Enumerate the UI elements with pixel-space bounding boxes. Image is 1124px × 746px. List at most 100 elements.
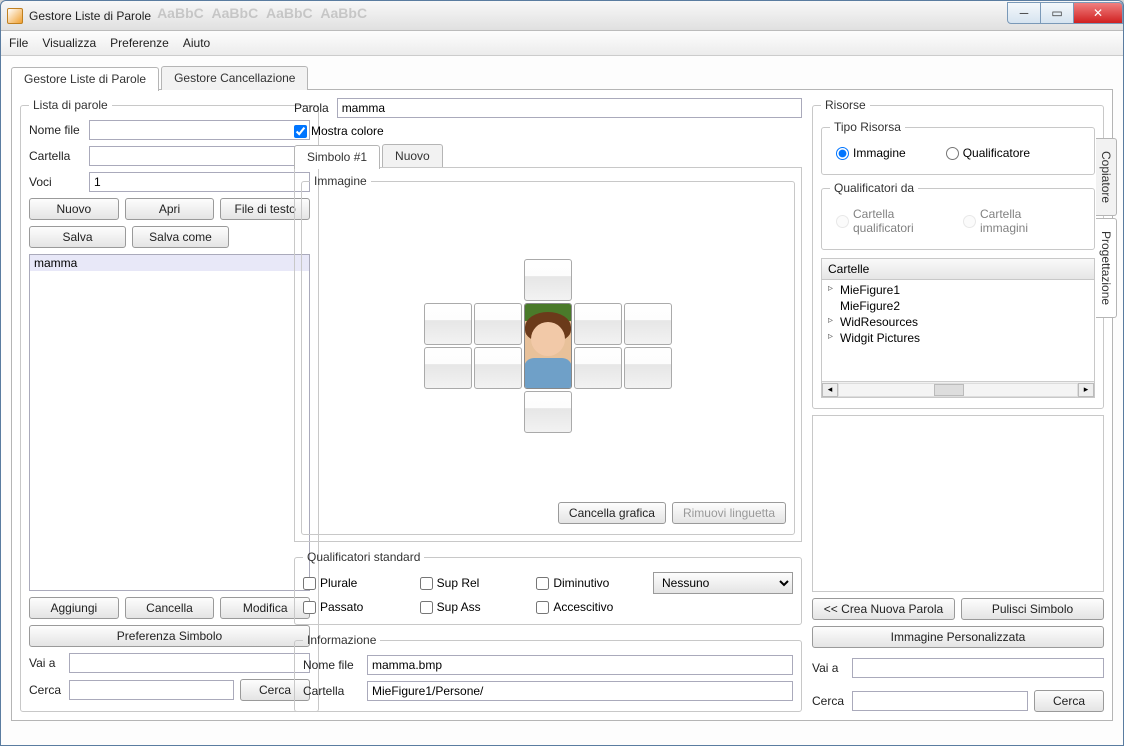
folder-tree[interactable]: MieFigure1 MieFigure2 WidResources Widgi…: [821, 280, 1095, 398]
save-button[interactable]: Salva: [29, 226, 126, 248]
tree-item[interactable]: Widgit Pictures: [826, 330, 1090, 346]
menu-prefs[interactable]: Preferenze: [110, 36, 169, 50]
word-listbox[interactable]: mamma: [29, 254, 310, 591]
symbol-center-image[interactable]: [524, 303, 572, 389]
slot-right-1[interactable]: [574, 303, 622, 345]
slot-right-4[interactable]: [624, 347, 672, 389]
suprel-checkbox[interactable]: [420, 577, 433, 590]
folder-input[interactable]: [89, 146, 310, 166]
showcolor-label: Mostra colore: [311, 124, 384, 138]
menubar: File Visualizza Preferenze Aiuto: [1, 31, 1123, 56]
right-goto-label: Vai a: [812, 661, 852, 675]
sidetab-copiatore[interactable]: Copiatore: [1096, 138, 1117, 216]
resource-type-legend: Tipo Risorsa: [830, 120, 905, 134]
saveas-button[interactable]: Salva come: [132, 226, 229, 248]
slot-left-3[interactable]: [424, 347, 472, 389]
right-search-button[interactable]: Cerca: [1034, 690, 1104, 712]
delete-button[interactable]: Cancella: [125, 597, 215, 619]
menu-help[interactable]: Aiuto: [183, 36, 210, 50]
slot-bottom[interactable]: [524, 391, 572, 433]
symbol-slot-grid: [424, 259, 672, 433]
close-button[interactable]: ✕: [1073, 2, 1123, 24]
tab-delete-manager[interactable]: Gestore Cancellazione: [161, 66, 308, 90]
image-fieldset: Immagine: [301, 174, 795, 535]
list-item[interactable]: mamma: [30, 255, 309, 271]
supass-checkbox[interactable]: [420, 601, 433, 614]
diminutivo-checkbox[interactable]: [536, 577, 549, 590]
diminutivo-label: Diminutivo: [553, 576, 609, 590]
slot-left-1[interactable]: [424, 303, 472, 345]
tree-item[interactable]: MieFigure2: [826, 298, 1090, 314]
create-word-button[interactable]: << Crea Nuova Parola: [812, 598, 955, 620]
passato-checkbox[interactable]: [303, 601, 316, 614]
info-folder-label: Cartella: [303, 684, 367, 698]
resource-qualifier-radio[interactable]: [946, 147, 959, 160]
tab-symbol-1[interactable]: Simbolo #1: [294, 145, 380, 169]
qualifier-dropdown[interactable]: Nessuno: [653, 572, 793, 594]
qualfolder-radio: [836, 215, 849, 228]
passato-label: Passato: [320, 600, 363, 614]
filename-label: Nome file: [29, 123, 89, 137]
custom-image-button[interactable]: Immagine Personalizzata: [812, 626, 1104, 648]
minimize-button[interactable]: ─: [1007, 2, 1041, 24]
scroll-left-icon[interactable]: ◂: [822, 383, 838, 397]
add-button[interactable]: Aggiungi: [29, 597, 119, 619]
right-column: Risorse Tipo Risorsa Immagine Qualificat…: [812, 98, 1104, 712]
slot-right-3[interactable]: [574, 347, 622, 389]
search-label: Cerca: [29, 683, 69, 697]
resource-image-radio[interactable]: [836, 147, 849, 160]
clean-symbol-button[interactable]: Pulisci Simbolo: [961, 598, 1104, 620]
resource-image-label: Immagine: [853, 146, 906, 160]
slot-left-2[interactable]: [474, 303, 522, 345]
tree-item[interactable]: WidResources: [826, 314, 1090, 330]
remove-tab-button[interactable]: Rimuovi linguetta: [672, 502, 786, 524]
filename-input[interactable]: [89, 120, 310, 140]
showcolor-checkbox[interactable]: [294, 125, 307, 138]
client-area: Gestore Liste di Parole Gestore Cancella…: [1, 56, 1123, 745]
left-column: Lista di parole Nome file Cartella Voci: [20, 98, 284, 712]
qualifiers-from-fieldset: Qualificatori da Cartella qualificatori …: [821, 181, 1095, 250]
titlebar-background-blur: AaBbC AaBbC AaBbC AaBbC: [157, 5, 1002, 27]
delete-graphic-button[interactable]: Cancella grafica: [558, 502, 666, 524]
tab-wordlist-manager[interactable]: Gestore Liste di Parole: [11, 67, 159, 91]
menu-view[interactable]: Visualizza: [42, 36, 96, 50]
accescitivo-checkbox[interactable]: [536, 601, 549, 614]
menu-file[interactable]: File: [9, 36, 28, 50]
slot-right-2[interactable]: [624, 303, 672, 345]
word-input[interactable]: [337, 98, 802, 118]
new-button[interactable]: Nuovo: [29, 198, 119, 220]
voci-input[interactable]: [89, 172, 310, 192]
window-title: Gestore Liste di Parole: [29, 9, 151, 23]
voci-label: Voci: [29, 175, 89, 189]
plurale-checkbox[interactable]: [303, 577, 316, 590]
goto-input[interactable]: [69, 653, 310, 673]
info-filename-input[interactable]: [367, 655, 793, 675]
image-legend: Immagine: [310, 174, 371, 188]
sidetab-progettazione[interactable]: Progettazione: [1096, 218, 1117, 318]
right-search-input[interactable]: [852, 691, 1028, 711]
qualifiers-from-legend: Qualificatori da: [830, 181, 918, 195]
imgfolder-label: Cartella immagini: [980, 207, 1050, 235]
open-button[interactable]: Apri: [125, 198, 215, 220]
main-tabs: Gestore Liste di Parole Gestore Cancella…: [11, 66, 1113, 90]
slot-top[interactable]: [524, 259, 572, 301]
supass-label: Sup Ass: [437, 600, 481, 614]
maximize-button[interactable]: ▭: [1040, 2, 1074, 24]
preview-box: [812, 415, 1104, 592]
middle-column: Parola Mostra colore Simbolo #1 Nuovo Im…: [294, 98, 802, 712]
right-goto-input[interactable]: [852, 658, 1104, 678]
resources-fieldset: Risorse Tipo Risorsa Immagine Qualificat…: [812, 98, 1104, 409]
resource-qualifier-label: Qualificatore: [963, 146, 1030, 160]
search-input[interactable]: [69, 680, 234, 700]
tree-scrollbar[interactable]: ◂ ▸: [822, 381, 1094, 397]
qualfolder-label: Cartella qualificatori: [853, 207, 923, 235]
scroll-right-icon[interactable]: ▸: [1078, 383, 1094, 397]
info-folder-input[interactable]: [367, 681, 793, 701]
window-controls: ─ ▭ ✕: [1008, 2, 1123, 24]
slot-left-4[interactable]: [474, 347, 522, 389]
tree-item[interactable]: MieFigure1: [826, 282, 1090, 298]
tab-symbol-new[interactable]: Nuovo: [382, 144, 443, 168]
symbol-pref-button[interactable]: Preferenza Simbolo: [29, 625, 310, 647]
plurale-label: Plurale: [320, 576, 357, 590]
folders-header: Cartelle: [821, 258, 1095, 280]
